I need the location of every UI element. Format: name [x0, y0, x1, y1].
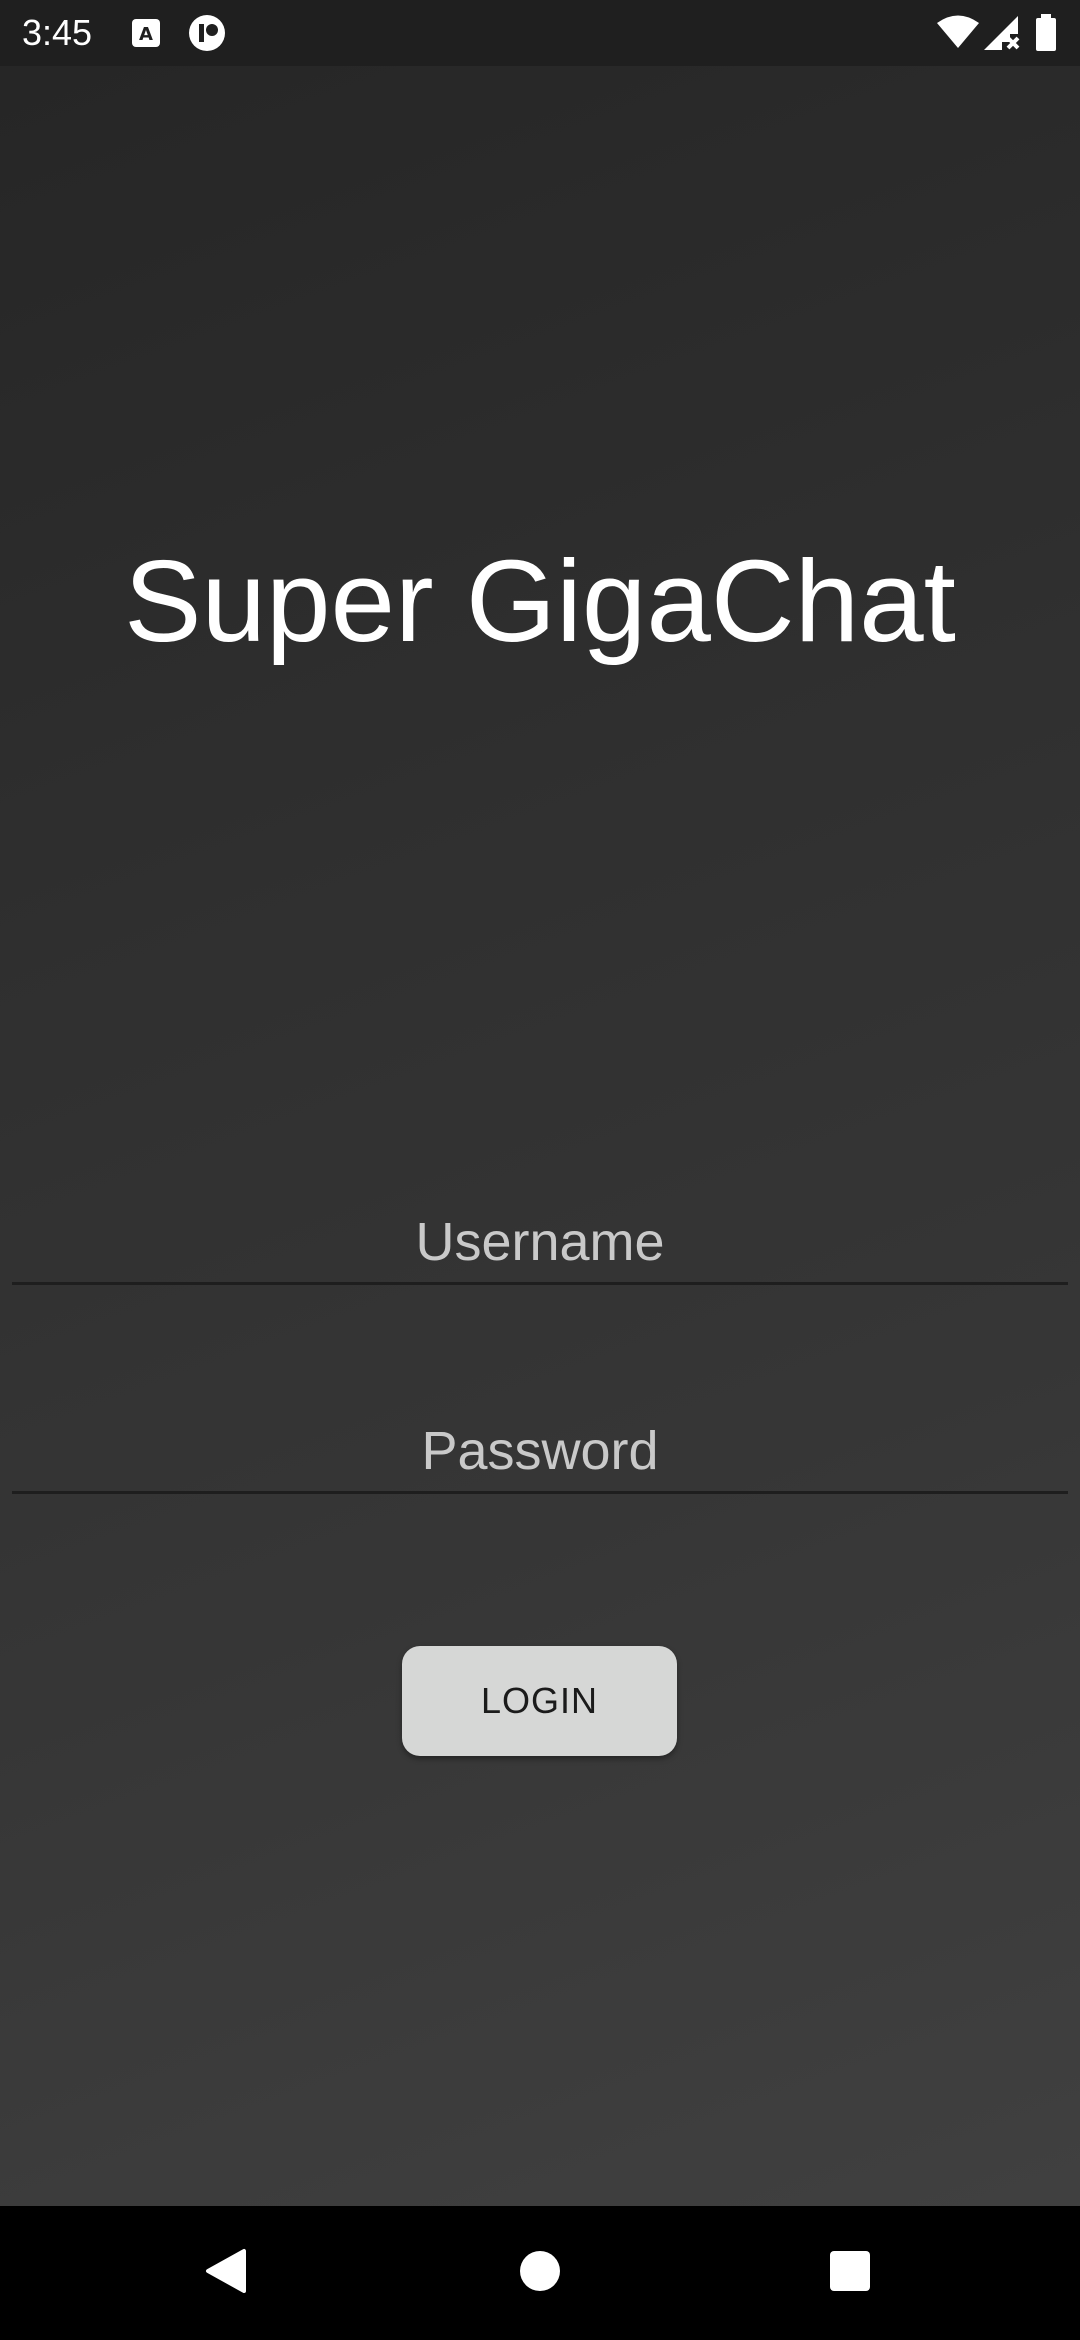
- password-input[interactable]: [12, 1411, 1068, 1491]
- username-field-container: [12, 1202, 1068, 1285]
- app-title: Super GigaChat: [124, 536, 956, 666]
- wifi-icon: [936, 14, 980, 55]
- recents-button[interactable]: [770, 2206, 930, 2340]
- keyboard-a-icon: A: [130, 17, 162, 49]
- status-time: 3:45: [22, 12, 93, 53]
- home-icon: [518, 2249, 562, 2298]
- svg-text:A: A: [139, 24, 153, 45]
- home-button[interactable]: [460, 2206, 620, 2340]
- username-input[interactable]: [12, 1202, 1068, 1282]
- back-button[interactable]: [146, 2206, 306, 2340]
- login-button[interactable]: LOGIN: [402, 1646, 677, 1756]
- login-screen: Super GigaChat LOGIN: [0, 66, 1080, 2206]
- password-field-container: [12, 1411, 1068, 1494]
- app-notification-icon: [188, 14, 226, 52]
- navigation-bar: [0, 2206, 1080, 2340]
- battery-icon: [1034, 14, 1058, 57]
- recents-icon: [828, 2249, 872, 2298]
- status-bar: 3:45 A: [0, 0, 1080, 66]
- cellular-no-signal-icon: [982, 14, 1022, 57]
- back-icon: [204, 2247, 248, 2300]
